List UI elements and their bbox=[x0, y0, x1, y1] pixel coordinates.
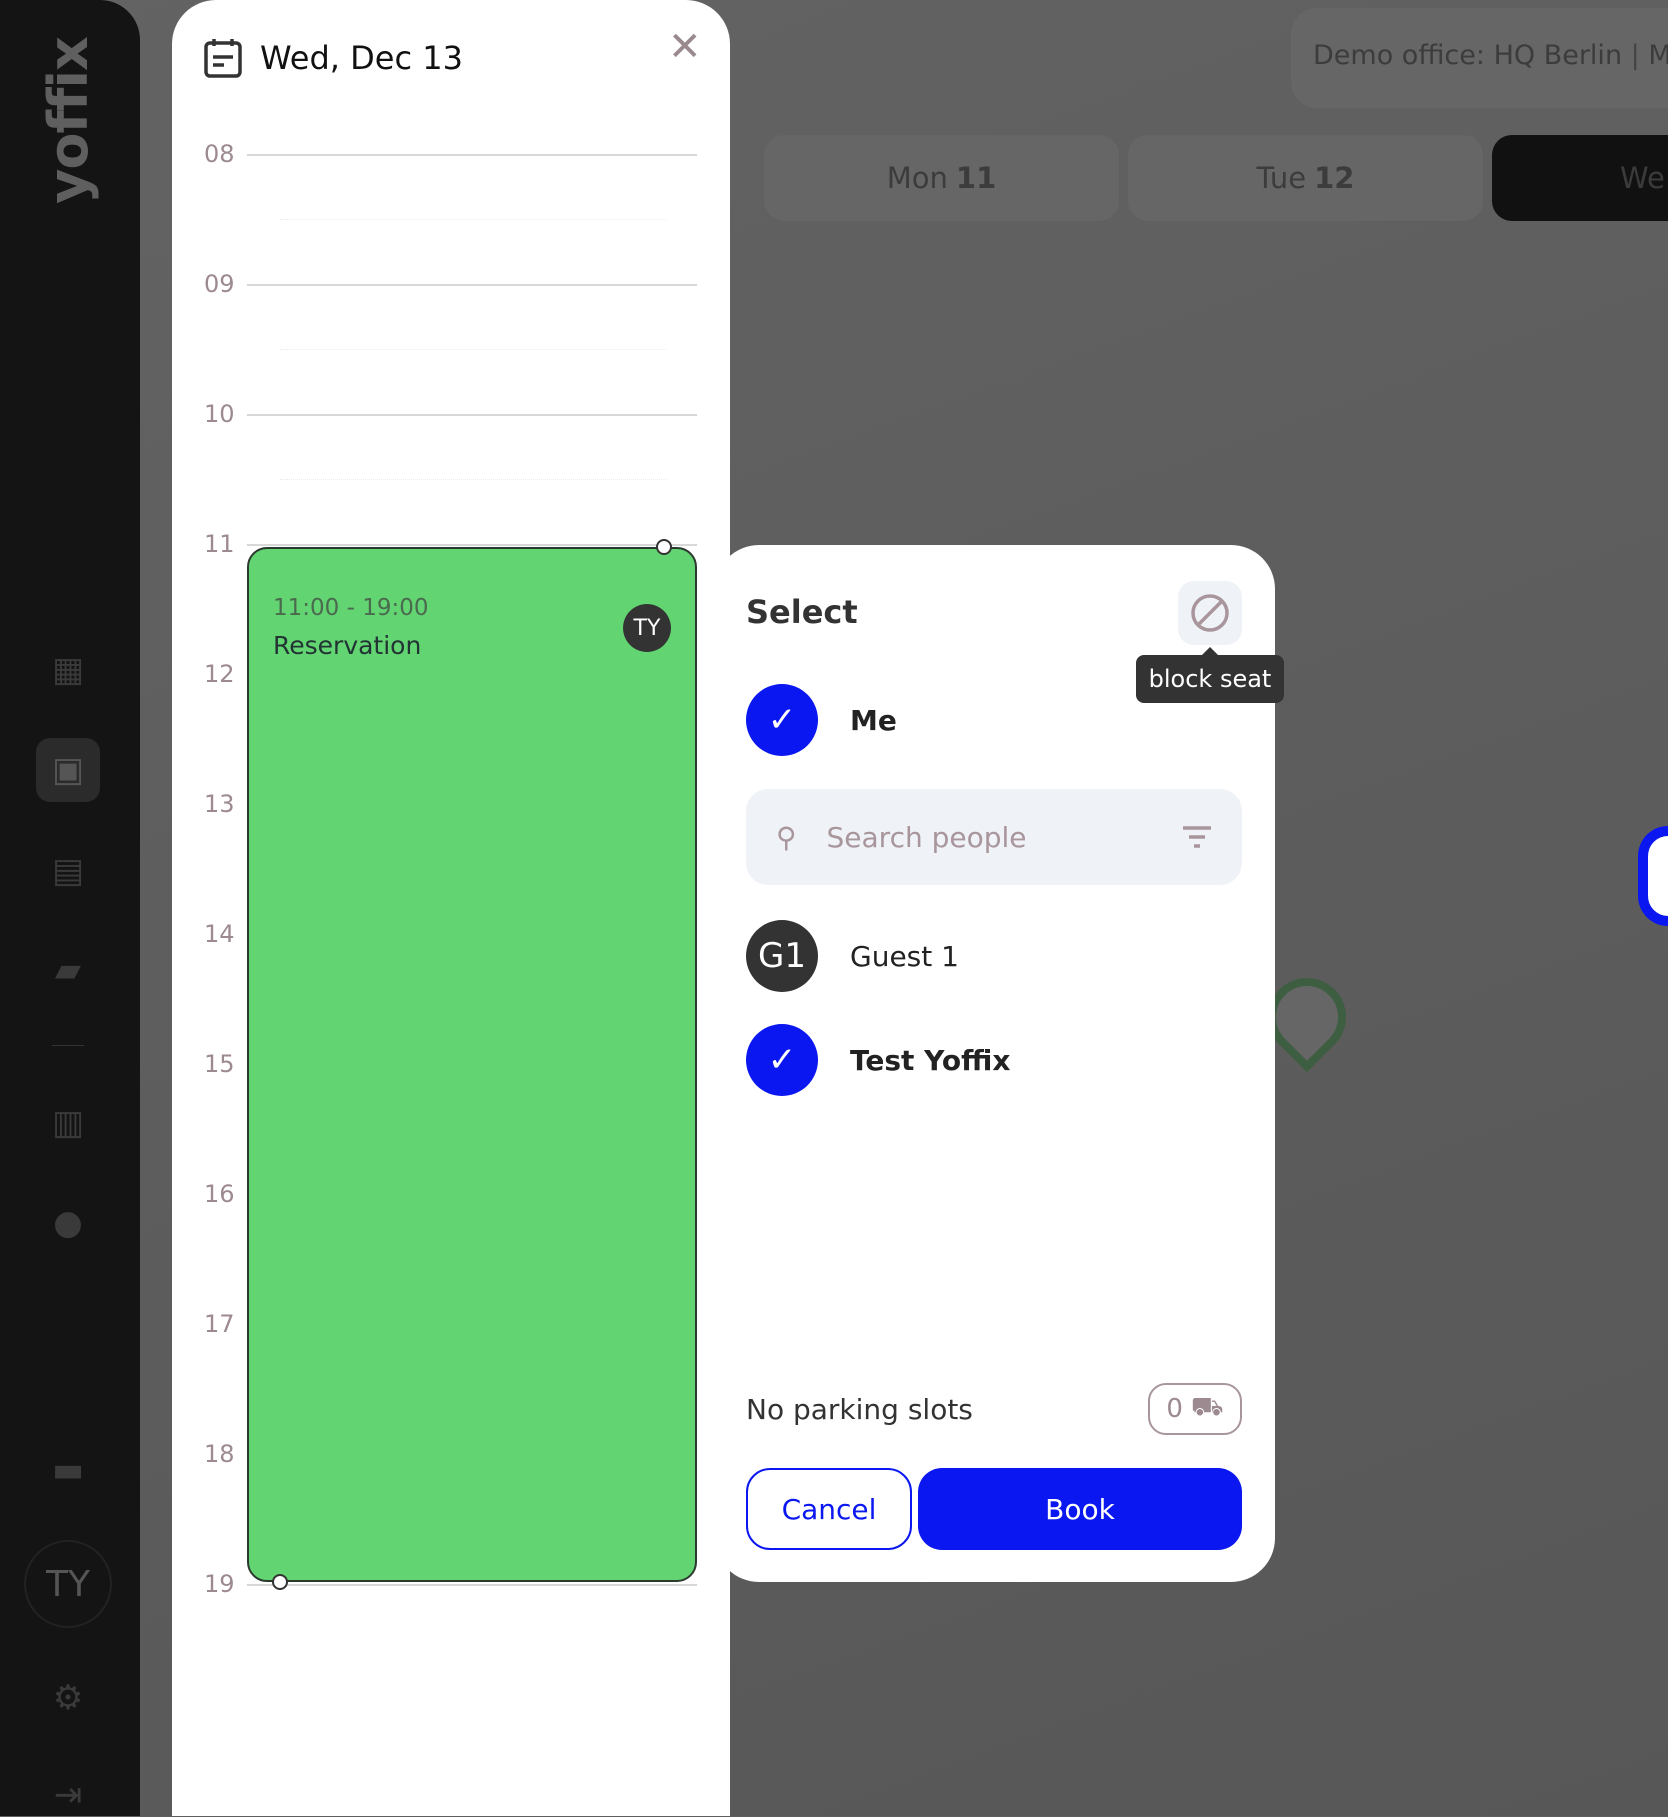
office-next: M bbox=[1648, 40, 1668, 71]
block-seat-tooltip: block seat bbox=[1136, 647, 1284, 703]
hour-line bbox=[247, 414, 697, 416]
hour-label: 12 bbox=[204, 660, 235, 688]
day-tab-mon[interactable]: Mon 11 bbox=[764, 135, 1119, 221]
select-people-popup: Select block seat ✓ Me ⚲ G1 Guest 1 ✓ Te… bbox=[715, 545, 1284, 1582]
logout-icon[interactable]: ⇥ bbox=[46, 1773, 90, 1817]
day-name: Tue bbox=[1256, 161, 1307, 195]
event-avatar: TY bbox=[623, 604, 671, 652]
half-hour-line bbox=[280, 349, 666, 350]
block-seat-button[interactable] bbox=[1178, 581, 1242, 645]
hour-line bbox=[247, 544, 697, 546]
block-icon bbox=[1191, 594, 1229, 632]
hour-label: 09 bbox=[204, 270, 235, 298]
book-button[interactable]: Book bbox=[918, 1468, 1242, 1550]
check-icon: ✓ bbox=[746, 684, 818, 756]
building-icon[interactable]: ▥ bbox=[46, 1101, 90, 1145]
search-people-field[interactable]: ⚲ bbox=[746, 789, 1242, 885]
event-title: Reservation bbox=[273, 631, 422, 660]
inbox-icon[interactable]: ▬ bbox=[46, 1448, 90, 1492]
search-input[interactable] bbox=[826, 820, 1182, 854]
people-icon[interactable]: ● bbox=[46, 1201, 90, 1245]
filter-icon[interactable] bbox=[1182, 825, 1212, 849]
day-calendar-panel: Wed, Dec 13 ✕ 08 09 10 11 12 13 14 15 16 17 18 19 1… bbox=[172, 0, 730, 1816]
hour-label: 15 bbox=[204, 1050, 235, 1078]
close-icon[interactable]: ✕ bbox=[668, 24, 702, 70]
day-num: 12 bbox=[1314, 161, 1355, 195]
seat-pin-selected[interactable] bbox=[1638, 826, 1668, 926]
person-name: Guest 1 bbox=[850, 939, 959, 973]
popup-title: Select bbox=[746, 593, 858, 631]
person-name: Test Yoffix bbox=[850, 1043, 1011, 1077]
calendar-icon[interactable]: ▤ bbox=[46, 849, 90, 893]
hour-label: 17 bbox=[204, 1310, 235, 1338]
yoffix-logo: yoffix bbox=[36, 36, 100, 204]
sidebar-divider bbox=[52, 1045, 84, 1046]
half-hour-line bbox=[280, 479, 666, 480]
hour-label: 18 bbox=[204, 1440, 235, 1468]
office-selector[interactable]: Demo office: HQ Berlin | M bbox=[1291, 8, 1668, 108]
day-tab-wed[interactable]: We bbox=[1492, 135, 1668, 221]
event-time: 11:00 - 19:00 bbox=[273, 595, 429, 621]
floor-map-icon[interactable]: ▣ bbox=[36, 738, 100, 802]
sidebar: yoffix ▦ ▣ ▤ ▰ ▥ ● ▬ TY ⚙ ⇥ bbox=[0, 0, 140, 1816]
calendar-date-title: Wed, Dec 13 bbox=[260, 39, 463, 77]
day-name: We bbox=[1620, 161, 1665, 195]
parking-label: No parking slots bbox=[746, 1393, 973, 1426]
search-icon: ⚲ bbox=[776, 820, 797, 854]
hour-label: 19 bbox=[204, 1570, 235, 1598]
office-name: Demo office: HQ Berlin bbox=[1313, 40, 1623, 71]
dashboard-icon[interactable]: ▦ bbox=[46, 648, 90, 692]
resize-handle-bottom[interactable] bbox=[272, 1574, 288, 1590]
hour-label: 16 bbox=[204, 1180, 235, 1208]
day-num: 11 bbox=[955, 161, 997, 195]
person-guest-1[interactable]: G1 Guest 1 bbox=[746, 920, 959, 992]
hour-line bbox=[247, 284, 697, 286]
hour-label: 13 bbox=[204, 790, 235, 818]
parking-count-badge[interactable]: 0 ⛟ bbox=[1148, 1383, 1242, 1435]
person-me[interactable]: ✓ Me bbox=[746, 684, 897, 756]
calendar-icon bbox=[204, 39, 242, 78]
hour-line bbox=[247, 1584, 697, 1586]
cancel-button[interactable]: Cancel bbox=[746, 1468, 912, 1550]
resize-handle-top[interactable] bbox=[656, 539, 672, 555]
car-icon: ⛟ bbox=[1190, 1392, 1224, 1422]
person-test-yoffix[interactable]: ✓ Test Yoffix bbox=[746, 1024, 1010, 1096]
chat-icon[interactable]: ▰ bbox=[46, 948, 90, 992]
day-tab-tue[interactable]: Tue 12 bbox=[1128, 135, 1483, 221]
user-avatar[interactable]: TY bbox=[24, 1540, 112, 1628]
hour-label: 10 bbox=[204, 400, 235, 428]
hour-label: 11 bbox=[204, 530, 235, 558]
reservation-event[interactable]: 11:00 - 19:00 Reservation TY bbox=[247, 547, 697, 1582]
hour-label: 14 bbox=[204, 920, 235, 948]
hour-line bbox=[247, 154, 697, 156]
half-hour-line bbox=[280, 219, 666, 220]
check-icon: ✓ bbox=[746, 1024, 818, 1096]
hour-label: 08 bbox=[204, 140, 235, 168]
person-avatar: G1 bbox=[746, 920, 818, 992]
person-name: Me bbox=[850, 703, 897, 737]
day-name: Mon bbox=[886, 161, 948, 195]
gear-icon[interactable]: ⚙ bbox=[46, 1676, 90, 1720]
parking-count: 0 bbox=[1166, 1394, 1183, 1424]
